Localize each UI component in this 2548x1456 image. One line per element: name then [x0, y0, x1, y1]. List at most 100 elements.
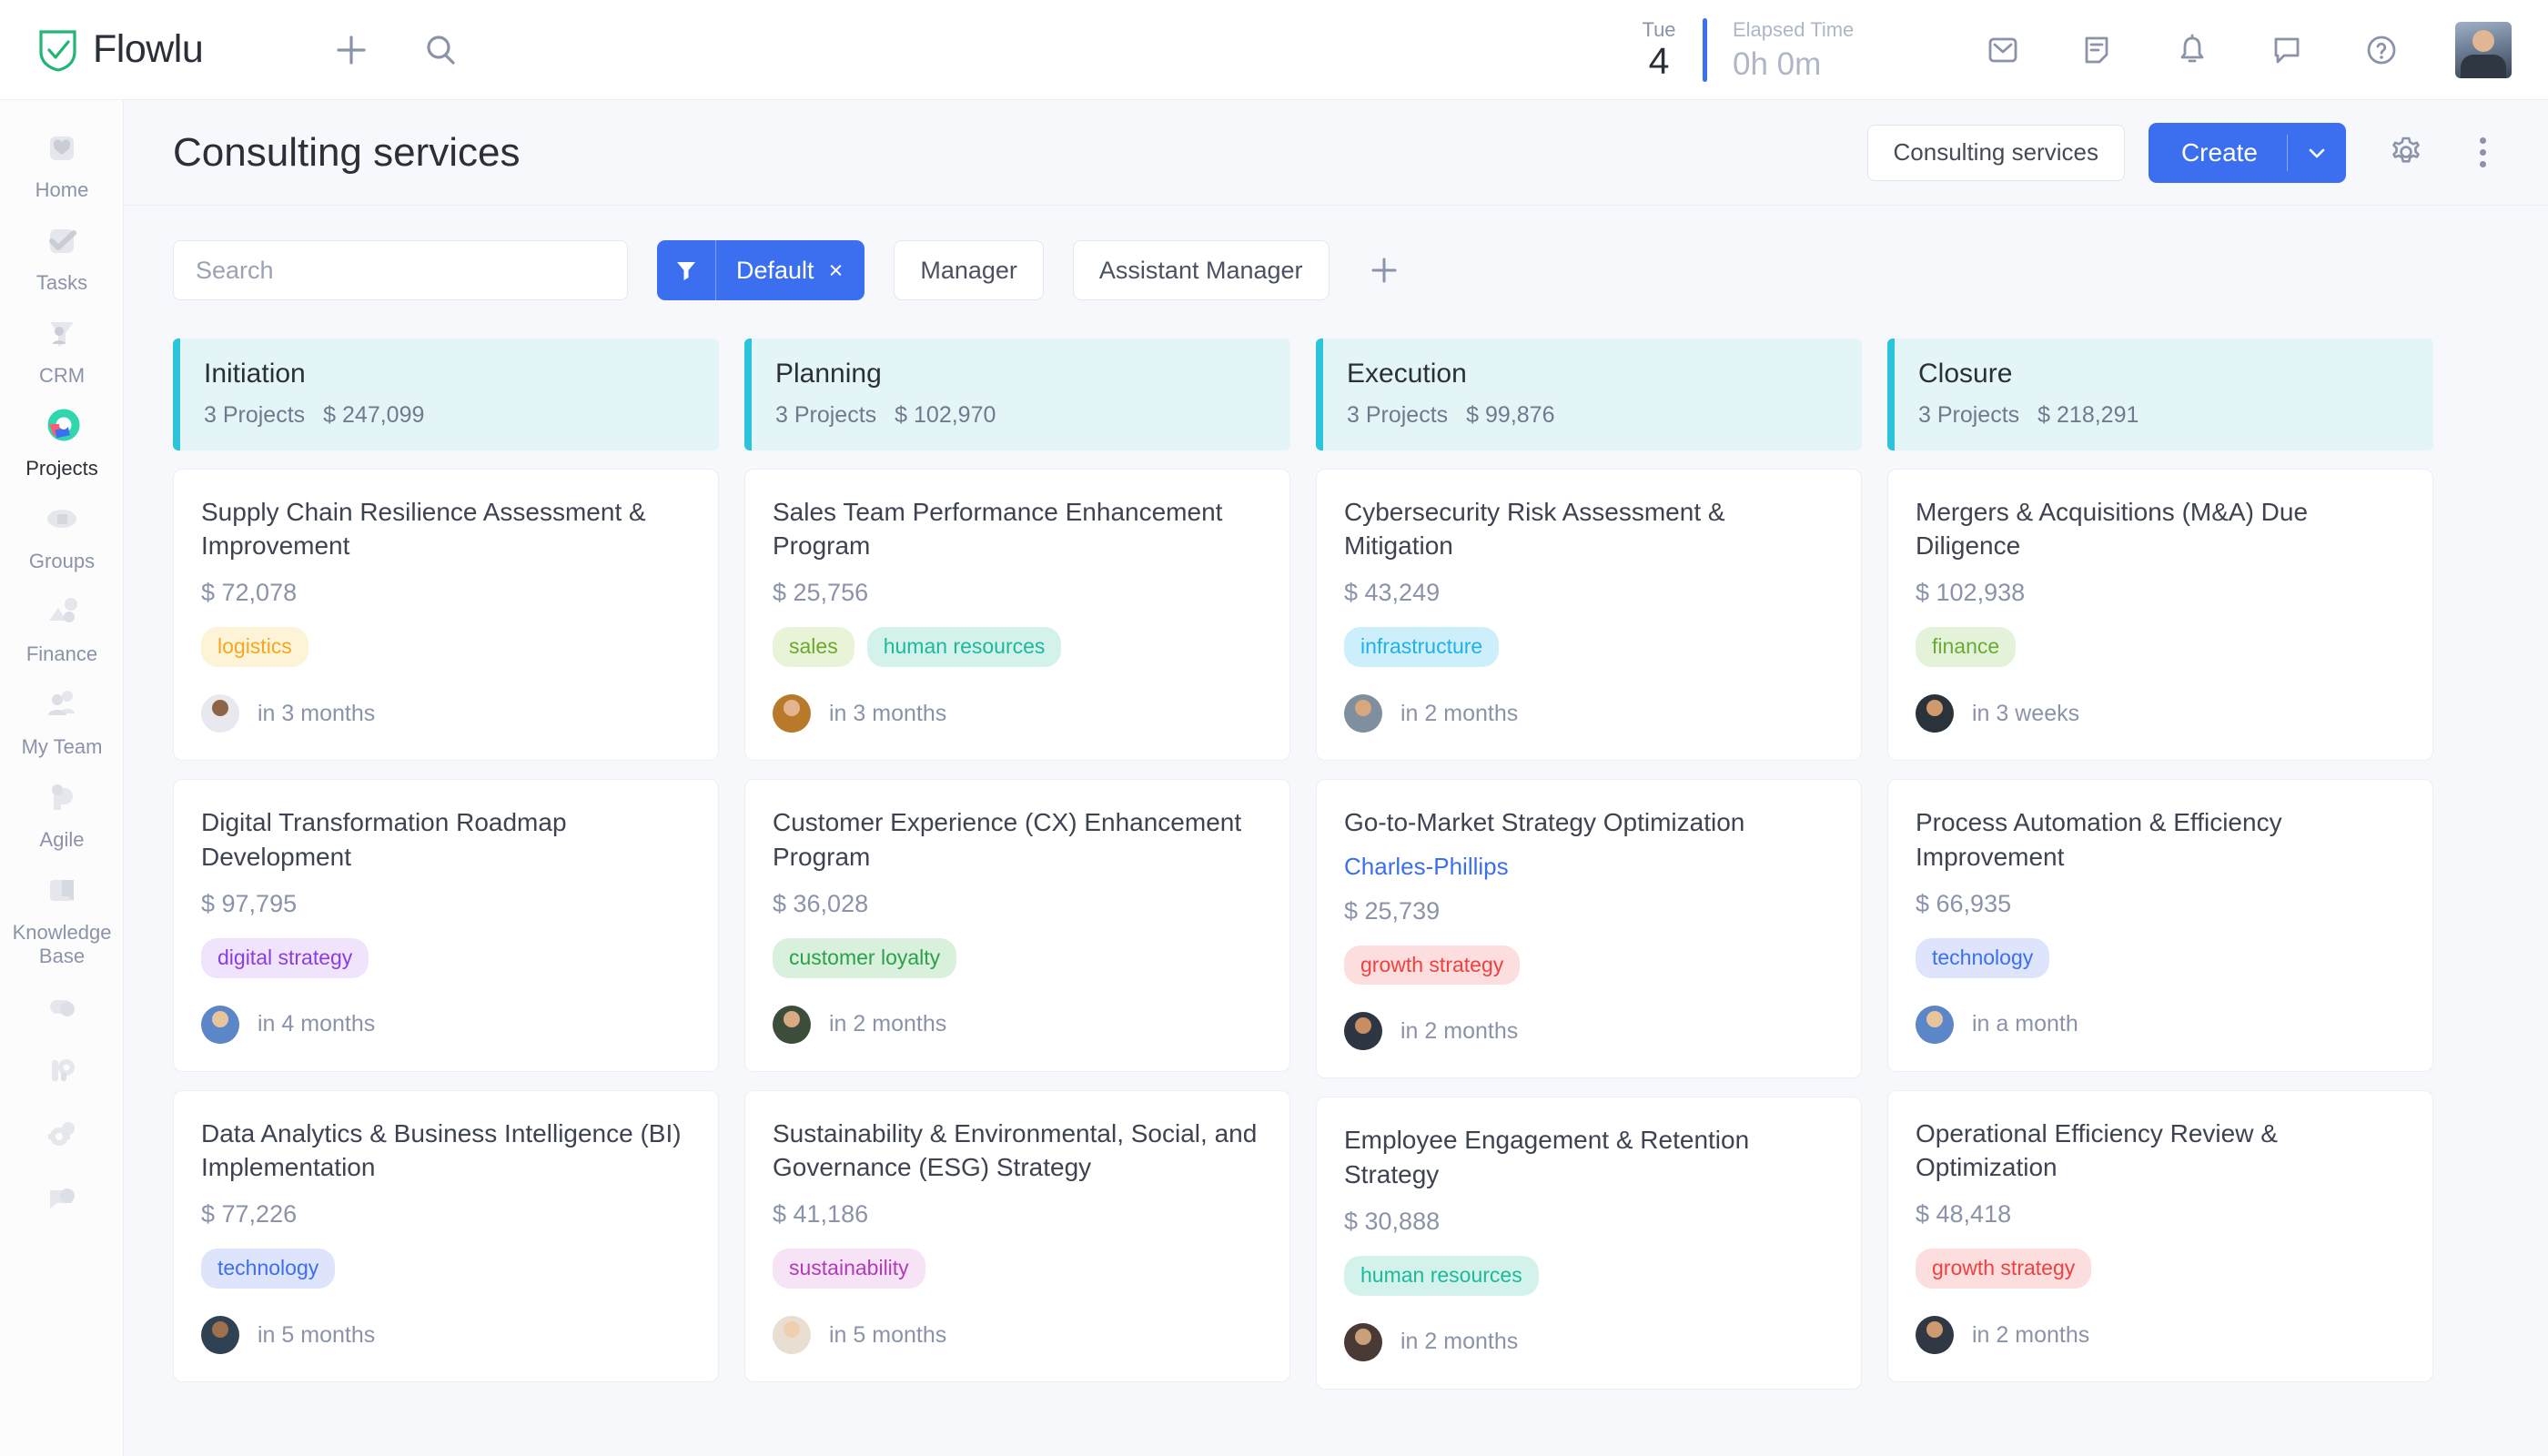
assignee-avatar[interactable]	[1344, 1012, 1382, 1051]
create-button-label: Create	[2180, 137, 2258, 167]
project-card[interactable]: Cybersecurity Risk Assessment & Mitigati…	[1316, 469, 1862, 762]
project-title: Operational Efficiency Review & Optimiza…	[1916, 1118, 2278, 1181]
close-icon[interactable]: ×	[824, 257, 865, 285]
kebab-menu-icon[interactable]	[2464, 129, 2501, 177]
assignee-avatar[interactable]	[773, 694, 811, 733]
project-card[interactable]: Data Analytics & Business Intelligence (…	[173, 1089, 719, 1383]
project-card[interactable]: Supply Chain Resilience Assessment & Imp…	[173, 469, 719, 762]
gear-icon[interactable]	[2382, 129, 2430, 177]
assignee-avatar[interactable]	[1916, 1316, 1954, 1355]
sidebar-item-knowledge-base[interactable]: Knowledge Base	[0, 866, 124, 968]
column-summary: 3 Projects $ 102,970	[775, 402, 1267, 429]
project-amount: $ 36,028	[773, 889, 869, 917]
project-card[interactable]: Process Automation & Efficiency Improvem…	[1887, 779, 2433, 1072]
sidebar-item-agile[interactable]: Agile	[0, 774, 124, 852]
assignee-avatar[interactable]	[1344, 1322, 1382, 1361]
project-tag[interactable]: customer loyalty	[773, 937, 957, 978]
create-button[interactable]: Create	[2148, 122, 2346, 183]
project-card[interactable]: Sustainability & Environmental, Social, …	[744, 1089, 1290, 1383]
date-widget[interactable]: Tue 4	[1624, 18, 1694, 80]
sidebar-item-tasks[interactable]: Tasks	[0, 217, 124, 295]
sidebar-item-portal[interactable]	[0, 1046, 124, 1096]
search-box[interactable]	[173, 240, 628, 300]
sidebar-label: CRM	[38, 363, 86, 387]
sidebar-item-home[interactable]: Home	[0, 124, 124, 202]
column-header[interactable]: Closure 3 Projects $ 218,291	[1887, 339, 2433, 450]
card-footer: in 3 months	[201, 694, 691, 733]
project-tag[interactable]: finance	[1916, 627, 2017, 668]
view-selector-button[interactable]: Consulting services	[1866, 124, 2125, 181]
brand-logo[interactable]: Flowlu	[38, 27, 204, 72]
project-card[interactable]: Employee Engagement & Retention Strategy…	[1316, 1097, 1862, 1390]
project-tag[interactable]: technology	[1916, 937, 2050, 978]
project-tag[interactable]: growth strategy	[1916, 1249, 2092, 1289]
elapsed-time-widget[interactable]: Elapsed Time 0h 0m	[1733, 15, 1924, 85]
bell-icon[interactable]	[2171, 29, 2213, 71]
project-amount: $ 43,249	[1344, 579, 1441, 607]
search-icon[interactable]	[420, 29, 461, 71]
assignee-avatar[interactable]	[1916, 1005, 1954, 1044]
sidebar-item-settings[interactable]	[0, 1110, 124, 1159]
project-tag[interactable]: technology	[201, 1249, 336, 1289]
notes-icon[interactable]	[2077, 29, 2118, 71]
project-due-date: in 2 months	[829, 1011, 947, 1037]
project-card[interactable]: Mergers & Acquisitions (M&A) Due Diligen…	[1887, 469, 2433, 762]
project-card[interactable]: Digital Transformation Roadmap Developme…	[173, 779, 719, 1072]
project-due-date: in 2 months	[1400, 1017, 1519, 1044]
chat-icon[interactable]	[2266, 29, 2308, 71]
project-card[interactable]: Customer Experience (CX) Enhancement Pro…	[744, 779, 1290, 1072]
help-icon[interactable]	[2361, 29, 2402, 71]
tag-list: technology	[201, 1249, 691, 1289]
project-tag[interactable]: digital strategy	[201, 937, 369, 978]
add-filter-icon[interactable]	[1359, 245, 1410, 296]
card-footer: in 2 months	[1916, 1316, 2405, 1355]
project-tag[interactable]: logistics	[201, 627, 308, 668]
kanban-column: Closure 3 Projects $ 218,291 Mergers & Acqu…	[1887, 339, 2433, 1408]
dot	[2479, 149, 2486, 156]
project-card[interactable]: Operational Efficiency Review & Optimiza…	[1887, 1089, 2433, 1383]
sidebar-item-crm[interactable]: CRM	[0, 309, 124, 388]
mail-icon[interactable]	[1982, 29, 2024, 71]
search-input[interactable]	[196, 256, 605, 285]
sidebar-item-feedback[interactable]	[0, 1174, 124, 1223]
assignee-avatar[interactable]	[1344, 694, 1382, 733]
filter-tab-manager[interactable]: Manager	[894, 240, 1044, 300]
assignee-avatar[interactable]	[773, 1005, 811, 1044]
column-header[interactable]: Planning 3 Projects $ 102,970	[744, 339, 1290, 450]
agile-icon	[37, 774, 86, 823]
card-footer: in 2 months	[1344, 1322, 1834, 1361]
project-client-link[interactable]: Charles-Phillips	[1344, 853, 1834, 881]
main-content: Consulting services Consulting services …	[124, 100, 2548, 1456]
assignee-avatar[interactable]	[201, 694, 239, 733]
project-card[interactable]: Sales Team Performance Enhancement Progr…	[744, 469, 1290, 762]
project-amount: $ 102,938	[1916, 579, 2026, 607]
chevron-down-icon[interactable]	[2288, 141, 2346, 165]
project-tag[interactable]: growth strategy	[1344, 945, 1521, 986]
project-tag[interactable]: human resources	[866, 627, 1062, 668]
assignee-avatar[interactable]	[773, 1316, 811, 1355]
sidebar-item-projects[interactable]: Projects	[0, 402, 124, 480]
project-title: Employee Engagement & Retention Strategy	[1344, 1126, 1750, 1188]
sidebar-label: Knowledge Base	[12, 920, 112, 967]
column-header[interactable]: Initiation 3 Projects $ 247,099	[173, 339, 719, 450]
assignee-avatar[interactable]	[201, 1005, 239, 1044]
active-filter-chip[interactable]: Default ×	[657, 240, 865, 300]
assignee-avatar[interactable]	[201, 1316, 239, 1355]
sidebar-item-my-team[interactable]: My Team	[0, 681, 124, 759]
column-project-count: 3 Projects	[775, 402, 877, 428]
sidebar-item-finance[interactable]: Finance	[0, 588, 124, 666]
assignee-avatar[interactable]	[1916, 694, 1954, 733]
filter-tab-assistant-manager[interactable]: Assistant Manager	[1072, 240, 1330, 300]
user-avatar[interactable]	[2455, 21, 2512, 78]
project-tag[interactable]: sustainability	[773, 1249, 925, 1289]
add-icon[interactable]	[330, 29, 372, 71]
card-footer: in 3 weeks	[1916, 694, 2405, 733]
project-tag[interactable]: human resources	[1344, 1255, 1539, 1296]
sidebar-label: My Team	[21, 734, 103, 758]
sidebar-item-toggle[interactable]	[0, 983, 124, 1032]
project-tag[interactable]: infrastructure	[1344, 627, 1500, 668]
project-tag[interactable]: sales	[773, 627, 854, 668]
sidebar-item-groups[interactable]: Groups	[0, 495, 124, 573]
column-header[interactable]: Execution 3 Projects $ 99,876	[1316, 339, 1862, 450]
project-card[interactable]: Go-to-Market Strategy Optimization Charle…	[1316, 779, 1862, 1079]
